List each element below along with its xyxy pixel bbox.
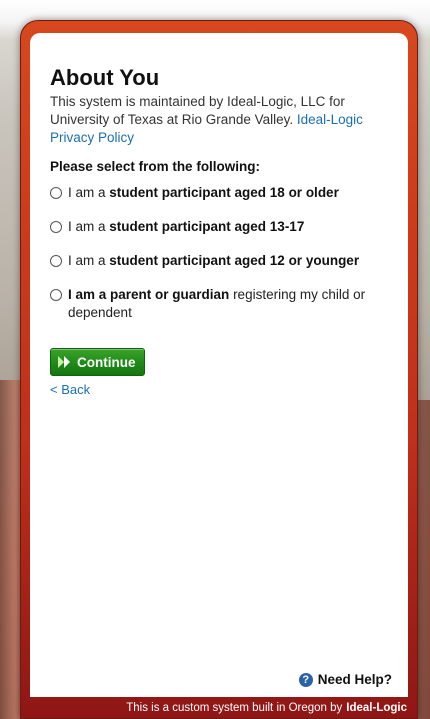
footer-bar: This is a custom system built in Oregon … (21, 697, 417, 718)
option-prefix: I am a (68, 253, 106, 268)
radio-button[interactable] (50, 221, 62, 233)
radio-button[interactable] (50, 289, 62, 301)
option-label: I am a parent or guardian registering my… (68, 286, 388, 322)
question-icon: ? (298, 672, 313, 687)
footer-text: This is a custom system built in Oregon … (126, 701, 343, 714)
option-bold-text: student participant aged 18 or older (109, 185, 339, 200)
back-link[interactable]: < Back (50, 382, 388, 397)
selection-prompt: Please select from the following: (50, 159, 261, 174)
option-prefix: I am a (68, 185, 106, 200)
option-student-12-under[interactable]: I am a student participant aged 12 or yo… (50, 252, 388, 270)
option-prefix: I am a (68, 219, 106, 234)
double-chevron-right-icon (58, 356, 70, 368)
option-label: I am a student participant aged 12 or yo… (68, 252, 359, 270)
option-label: I am a student participant aged 18 or ol… (68, 184, 339, 202)
option-bold-text: student participant aged 12 or younger (109, 253, 360, 268)
content-card: About You This system is maintained by I… (30, 33, 408, 697)
continue-label: Continue (77, 354, 136, 370)
footer-brand: Ideal-Logic (346, 701, 407, 714)
registration-panel: About You This system is maintained by I… (20, 20, 418, 719)
page-title: About You (50, 65, 160, 90)
option-bold-text: student participant aged 13-17 (109, 219, 305, 234)
option-bold-text: I am a parent or guardian (68, 287, 230, 302)
radio-button[interactable] (50, 187, 62, 199)
option-student-18-plus[interactable]: I am a student participant aged 18 or ol… (50, 184, 388, 202)
option-student-13-17[interactable]: I am a student participant aged 13-17 (50, 218, 388, 236)
option-label: I am a student participant aged 13-17 (68, 218, 304, 236)
option-parent-guardian[interactable]: I am a parent or guardian registering my… (50, 286, 388, 322)
intro-text: This system is maintained by Ideal-Logic… (50, 93, 388, 147)
continue-button[interactable]: Continue (50, 348, 145, 376)
need-help-link[interactable]: ? Need Help? (298, 672, 392, 687)
need-help-label: Need Help? (317, 672, 392, 687)
radio-button[interactable] (50, 255, 62, 267)
